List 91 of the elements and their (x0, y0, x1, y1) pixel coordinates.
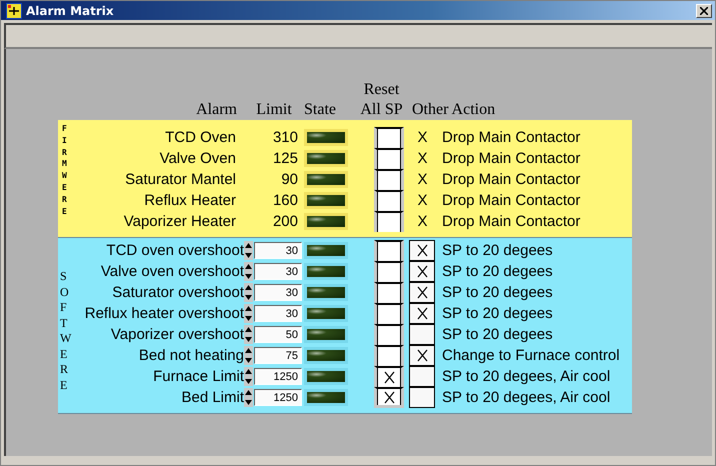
limit-value: 200 (272, 213, 299, 230)
spinner-arrows-icon[interactable] (244, 325, 253, 344)
limit-value: 90 (280, 171, 299, 188)
reset-checkbox[interactable] (374, 366, 404, 387)
reset-checkbox[interactable] (374, 211, 404, 232)
alarm-label: Bed Limit (180, 389, 244, 406)
action-label: Change to Furnace control (442, 347, 621, 364)
alarm-label: Saturator Mantel (124, 171, 237, 188)
x-mark-icon (416, 286, 428, 299)
limit-field[interactable]: 30 (254, 284, 302, 301)
section-label: SOFTWERE (60, 269, 72, 393)
alarm-label: Bed not heating (138, 347, 244, 364)
limit-field[interactable]: 30 (254, 263, 302, 280)
alarm-label: Valve Oven (158, 150, 237, 167)
x-mark-icon (416, 244, 428, 257)
spinner-arrows-icon[interactable] (244, 388, 253, 407)
close-icon[interactable] (700, 6, 708, 14)
reset-checkbox[interactable] (374, 387, 404, 408)
spinner-arrows-icon[interactable] (244, 367, 253, 386)
action-header: Other Action (411, 100, 496, 120)
action-label: SP to 20 degees (442, 326, 554, 343)
window-title: Alarm Matrix (26, 4, 115, 18)
limit-value: 310 (272, 129, 299, 146)
alarm-label: Vaporizer Heater (122, 213, 237, 230)
alarm-label: Vaporizer overshoot (110, 326, 244, 343)
alarm-label: Reflux heater overshoot (84, 305, 244, 322)
action-checkbox[interactable] (409, 324, 435, 345)
action-label: Drop Main Contactor (442, 192, 582, 209)
action-label: SP to 20 degees (442, 305, 554, 322)
app-icon (6, 2, 22, 18)
action-mark: X (416, 150, 428, 167)
reset-checkbox[interactable] (374, 345, 404, 366)
x-mark-icon (384, 390, 394, 404)
action-checkbox[interactable] (409, 261, 435, 282)
x-mark-icon (416, 349, 428, 362)
action-label: SP to 20 degees (442, 263, 554, 280)
action-label: SP to 20 degees, Air cool (442, 368, 612, 385)
action-label: SP to 20 degees (442, 284, 554, 301)
action-label: Drop Main Contactor (442, 150, 582, 167)
spinner-arrows-icon[interactable] (244, 241, 253, 260)
limit-field[interactable]: 30 (254, 305, 302, 322)
action-checkbox[interactable] (409, 345, 435, 366)
x-mark-icon (384, 371, 394, 384)
limit-field[interactable]: 1250 (254, 389, 302, 406)
alarm-label: Saturator overshoot (111, 284, 244, 301)
alarm-header: Alarm (195, 100, 238, 120)
action-label: SP to 20 degees, Air cool (442, 389, 612, 406)
close-button[interactable] (696, 4, 712, 18)
limit-value: 125 (272, 150, 299, 167)
state-header: State (304, 100, 337, 120)
action-mark: X (416, 129, 428, 146)
reset-checkbox[interactable] (374, 190, 404, 211)
action-checkbox[interactable] (409, 387, 435, 408)
action-checkbox[interactable] (409, 282, 435, 303)
reset-checkbox[interactable] (374, 261, 404, 282)
action-label: SP to 20 degees (442, 242, 554, 259)
action-label: Drop Main Contactor (442, 213, 582, 230)
alarm-label: Reflux Heater (143, 192, 237, 209)
limit-field[interactable]: 1250 (254, 368, 302, 385)
reset-checkbox[interactable] (374, 169, 404, 190)
reset-header: Reset All SP (359, 80, 404, 120)
spinner-arrows-icon[interactable] (244, 262, 253, 281)
reset-checkbox[interactable] (374, 282, 404, 303)
limit-value: 160 (272, 192, 299, 209)
spinner-arrows-icon[interactable] (244, 304, 253, 323)
section-label: FIRMWERE (62, 123, 68, 218)
limit-field[interactable]: 75 (254, 347, 302, 364)
spinner-arrows-icon[interactable] (244, 283, 253, 302)
reset-checkbox[interactable] (374, 127, 404, 148)
alarm-label: Furnace Limit (152, 368, 244, 385)
action-mark: X (416, 192, 428, 209)
limit-field[interactable]: 30 (254, 242, 302, 259)
reset-checkbox[interactable] (374, 303, 404, 324)
reset-checkbox[interactable] (374, 240, 404, 261)
action-mark: X (416, 213, 428, 230)
x-mark-icon (416, 307, 428, 320)
action-checkbox[interactable] (409, 366, 435, 387)
alarm-label: Valve oven overshoot (100, 263, 244, 280)
alarm-label: TCD oven overshoot (105, 242, 244, 259)
limit-field[interactable]: 50 (254, 326, 302, 343)
alarm-label: TCD Oven (164, 129, 237, 146)
limit-header: Limit (255, 100, 293, 120)
action-mark: X (416, 171, 428, 188)
action-label: Drop Main Contactor (442, 171, 582, 188)
action-checkbox[interactable] (409, 303, 435, 324)
spinner-arrows-icon[interactable] (244, 346, 253, 365)
x-mark-icon (416, 265, 428, 278)
action-checkbox[interactable] (409, 240, 435, 261)
reset-checkbox[interactable] (374, 148, 404, 169)
reset-checkbox[interactable] (374, 324, 404, 345)
action-label: Drop Main Contactor (442, 129, 582, 146)
